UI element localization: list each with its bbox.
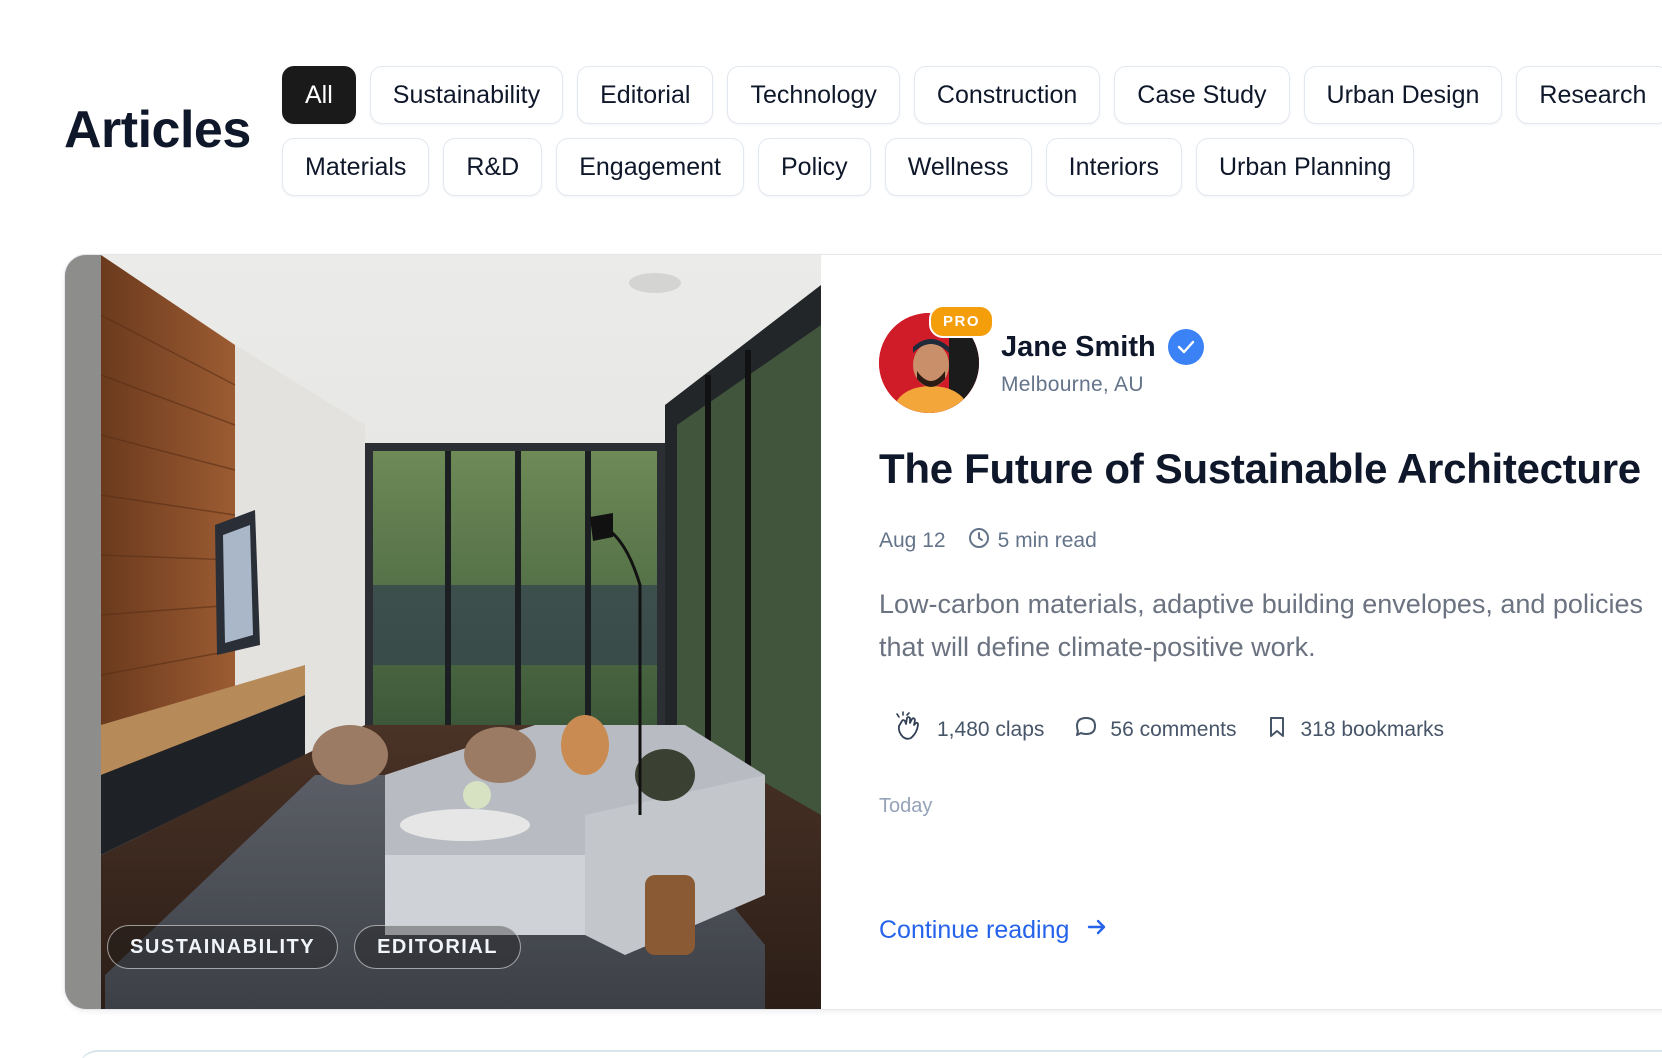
pro-badge: PRO bbox=[929, 305, 995, 338]
author-name[interactable]: Jane Smith bbox=[1001, 331, 1156, 364]
clock-icon bbox=[968, 527, 990, 555]
article-cover-image[interactable]: SUSTAINABILITY EDITORIAL bbox=[65, 255, 821, 1009]
verified-check-icon bbox=[1167, 329, 1204, 365]
page-title: Articles bbox=[64, 101, 251, 159]
article-content: PRO Jane Smith Melbourne, AU The Future … bbox=[879, 255, 1662, 1009]
bookmark-icon bbox=[1266, 715, 1288, 745]
author-location: Melbourne, AU bbox=[1001, 373, 1144, 396]
article-meta: Aug 12 5 min read bbox=[879, 527, 1097, 555]
articles-page: Articles All Sustainability Editorial Te… bbox=[0, 0, 1662, 1058]
posted-time: Today bbox=[879, 795, 933, 817]
filter-chip-urban-planning[interactable]: Urban Planning bbox=[1195, 138, 1415, 196]
clap-icon[interactable] bbox=[893, 711, 925, 749]
author-block[interactable]: PRO Jane Smith Melbourne, AU bbox=[879, 305, 1204, 413]
filter-chip-research[interactable]: Research bbox=[1516, 66, 1662, 124]
clap-count: 1,480 claps bbox=[937, 718, 1045, 741]
bookmark-count: 318 bookmarks bbox=[1300, 718, 1445, 741]
filter-chip-urban-design[interactable]: Urban Design bbox=[1303, 66, 1503, 124]
filter-row-1: All Sustainability Editorial Technology … bbox=[282, 66, 1662, 124]
filter-chip-construction[interactable]: Construction bbox=[913, 66, 1101, 124]
filter-chip-interiors[interactable]: Interiors bbox=[1045, 138, 1182, 196]
filter-chip-sustainability[interactable]: Sustainability bbox=[369, 66, 564, 124]
filter-row-2: Materials R&D Engagement Policy Wellness… bbox=[282, 138, 1415, 196]
comment-icon bbox=[1074, 715, 1098, 745]
filter-chip-r-and-d[interactable]: R&D bbox=[443, 138, 543, 196]
filter-chip-materials[interactable]: Materials bbox=[282, 138, 430, 196]
clap-stat[interactable]: 1,480 claps bbox=[893, 711, 1044, 749]
article-card[interactable]: SUSTAINABILITY EDITORIAL PRO Jane Smith … bbox=[64, 254, 1662, 1010]
tag-sustainability[interactable]: SUSTAINABILITY bbox=[107, 925, 339, 969]
arrow-right-icon bbox=[1085, 915, 1109, 946]
tag-editorial[interactable]: EDITORIAL bbox=[354, 925, 521, 969]
article-title[interactable]: The Future of Sustainable Architecture bbox=[879, 445, 1641, 493]
filter-chip-all[interactable]: All bbox=[282, 66, 356, 124]
filter-chip-editorial[interactable]: Editorial bbox=[577, 66, 714, 124]
filter-chip-policy[interactable]: Policy bbox=[758, 138, 871, 196]
bookmark-stat[interactable]: 318 bookmarks bbox=[1266, 715, 1444, 745]
author-name-row: Jane Smith bbox=[1001, 329, 1204, 365]
continue-reading-label: Continue reading bbox=[879, 916, 1070, 944]
article-excerpt: Low-carbon materials, adaptive building … bbox=[879, 589, 1643, 662]
filter-chip-engagement[interactable]: Engagement bbox=[556, 138, 744, 196]
article-date: Aug 12 bbox=[879, 529, 946, 552]
read-time: 5 min read bbox=[968, 527, 1097, 555]
filter-chip-technology[interactable]: Technology bbox=[727, 66, 900, 124]
continue-reading-link[interactable]: Continue reading bbox=[879, 915, 1109, 946]
comment-count: 56 comments bbox=[1110, 718, 1237, 741]
filter-chip-case-study[interactable]: Case Study bbox=[1114, 66, 1290, 124]
comment-stat[interactable]: 56 comments bbox=[1074, 715, 1236, 745]
author-info: Jane Smith Melbourne, AU bbox=[1001, 329, 1204, 397]
read-time-label: 5 min read bbox=[997, 529, 1097, 552]
article-tags: SUSTAINABILITY EDITORIAL bbox=[107, 925, 521, 969]
filter-chip-wellness[interactable]: Wellness bbox=[884, 138, 1032, 196]
article-stats: 1,480 claps 56 comments 318 bookmarks bbox=[893, 711, 1474, 749]
avatar-wrapper: PRO bbox=[879, 305, 995, 413]
next-article-card[interactable] bbox=[78, 1050, 1662, 1058]
